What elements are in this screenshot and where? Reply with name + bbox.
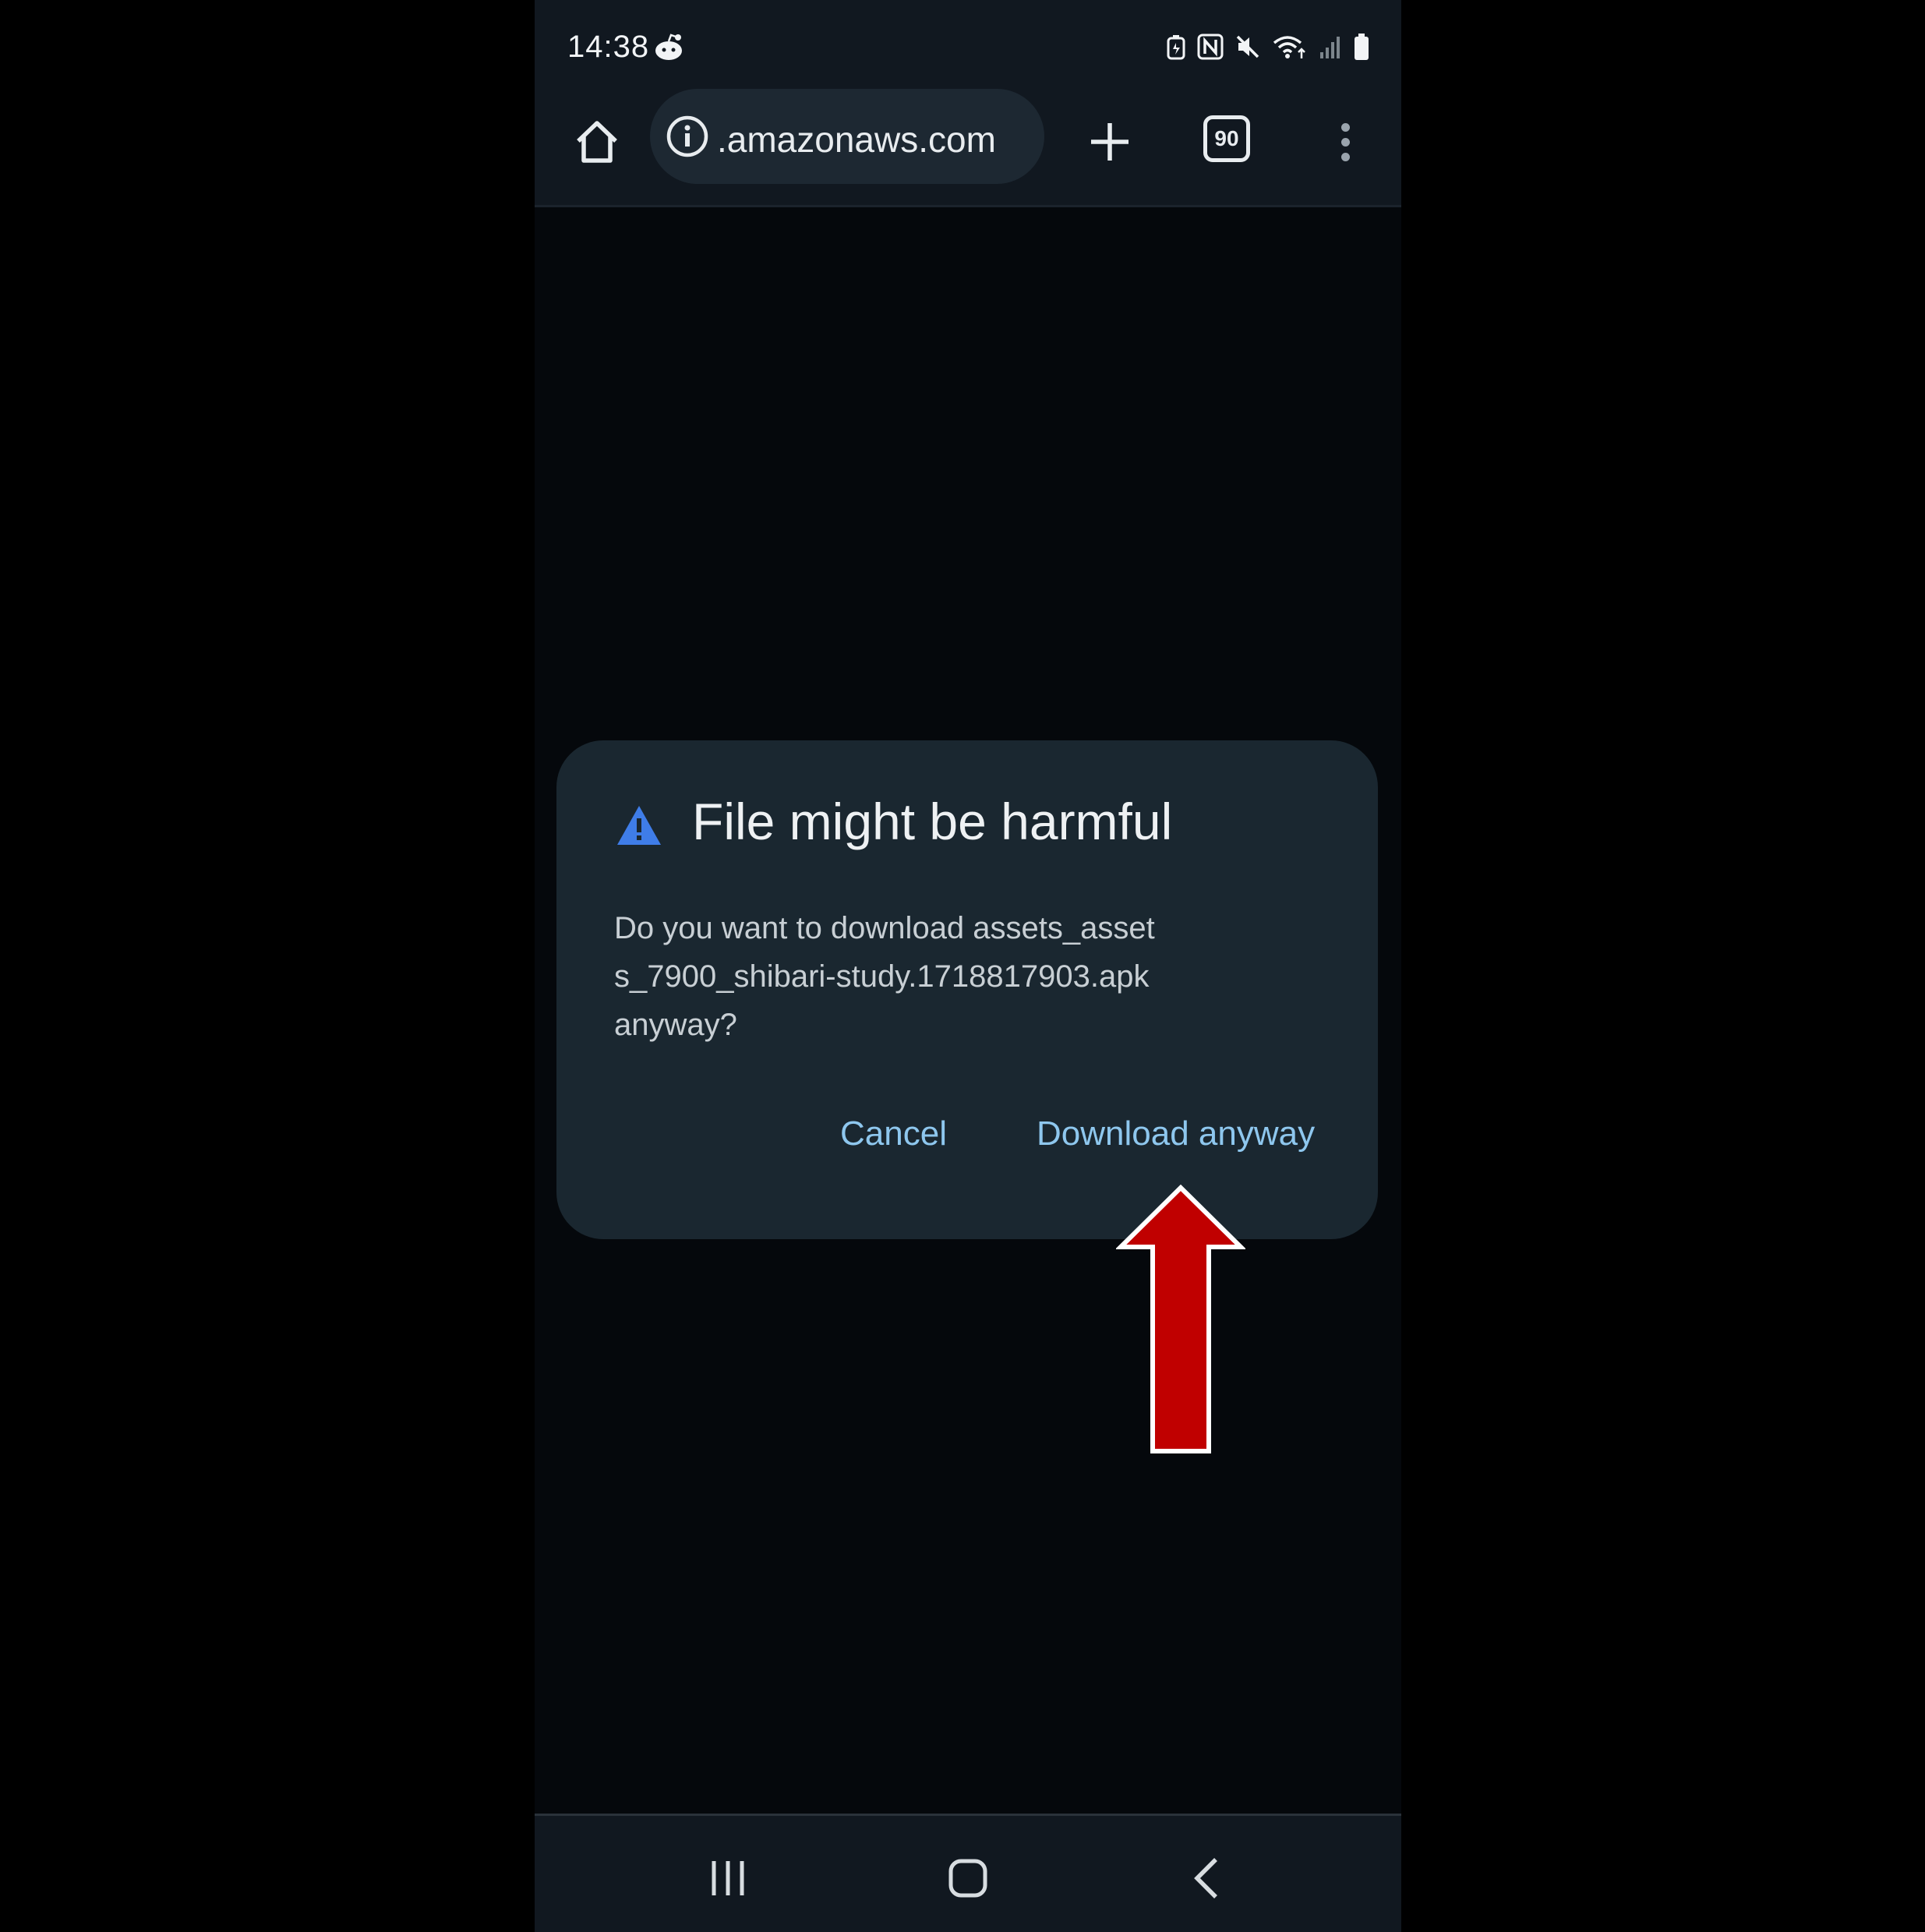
home-circle-icon (948, 1859, 987, 1898)
recents-icon (712, 1861, 744, 1895)
red-arrow-annotation (1116, 1185, 1245, 1453)
status-icons (1166, 31, 1370, 62)
reddit-icon (655, 34, 682, 60)
nav-home-button[interactable] (929, 1839, 1007, 1917)
address-bar[interactable]: .amazonaws.com (650, 89, 1044, 184)
cancel-button[interactable]: Cancel (840, 1114, 947, 1153)
battery-icon (1353, 31, 1370, 62)
new-tab-button[interactable] (1072, 104, 1147, 179)
battery-saver-icon (1166, 31, 1186, 62)
home-icon (577, 121, 617, 163)
mute-icon (1234, 31, 1261, 62)
dialog-message: Do you want to download assets_asset s_7… (614, 904, 1206, 1049)
more-menu-button[interactable] (1330, 111, 1361, 173)
phone-screen: 14:38 .amazonaws.com 90 File might be ha… (535, 0, 1401, 1932)
status-time: 14:38 (567, 30, 650, 64)
back-button[interactable] (1169, 1839, 1247, 1917)
recents-button[interactable] (689, 1839, 767, 1917)
home-button[interactable] (566, 111, 628, 173)
status-bar: 14:38 (535, 0, 1401, 86)
harmful-file-dialog: File might be harmful Do you want to dow… (556, 740, 1378, 1239)
dialog-message-line: Do you want to download assets_asset (614, 911, 1155, 945)
tab-switcher-button[interactable]: 90 (1203, 115, 1250, 162)
dialog-message-line: anyway? (614, 1008, 737, 1042)
url-text: .amazonaws.com (717, 119, 996, 160)
dialog-message-line: s_7900_shibari-study.1718817903.apk (614, 959, 1150, 994)
plus-icon (1091, 123, 1129, 161)
more-vert-icon (1340, 122, 1350, 132)
warning-icon (617, 806, 661, 845)
browser-toolbar: .amazonaws.com 90 (535, 86, 1401, 207)
navigation-bar (535, 1814, 1401, 1932)
info-icon[interactable] (666, 115, 709, 158)
nfc-icon (1197, 31, 1224, 62)
tab-count: 90 (1214, 126, 1239, 150)
wifi-icon (1272, 31, 1308, 62)
signal-icon (1319, 31, 1342, 62)
back-icon (1194, 1858, 1217, 1898)
download-anyway-button[interactable]: Download anyway (1037, 1114, 1315, 1153)
dialog-title: File might be harmful (692, 793, 1173, 850)
